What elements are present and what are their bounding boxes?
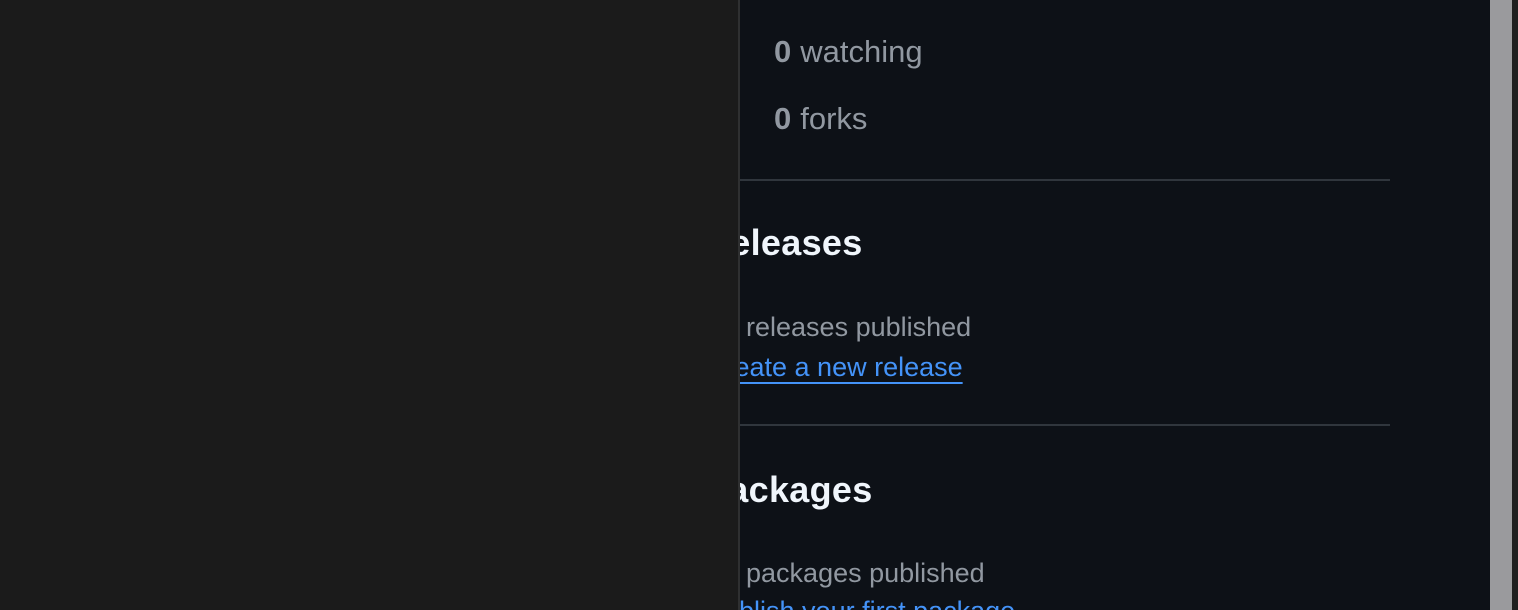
releases-empty-state: No releases published <box>740 312 972 342</box>
screen: 0 watching 0 forks Releases No releases … <box>0 0 1518 610</box>
watchers-count: 0 <box>774 34 792 69</box>
vertical-scrollbar[interactable] <box>1490 0 1518 610</box>
scrollbar-thumb[interactable] <box>1490 0 1512 610</box>
forks-link[interactable]: 0 forks <box>740 99 867 139</box>
watchers-link[interactable]: 0 watching <box>740 32 923 72</box>
section-divider <box>740 424 1390 426</box>
create-release-link[interactable]: Create a new release <box>740 352 963 383</box>
publish-package-link[interactable]: Publish your first package <box>740 596 1015 610</box>
packages-empty-state: No packages published <box>740 558 985 588</box>
packages-heading[interactable]: Packages <box>740 469 873 511</box>
forks-label: forks <box>800 101 868 136</box>
repository-sidebar-pane: 0 watching 0 forks Releases No releases … <box>740 0 1490 610</box>
section-divider <box>740 179 1390 181</box>
watchers-label: watching <box>800 34 923 69</box>
forks-count: 0 <box>774 101 792 136</box>
releases-heading[interactable]: Releases <box>740 222 863 264</box>
left-panel <box>0 0 739 610</box>
